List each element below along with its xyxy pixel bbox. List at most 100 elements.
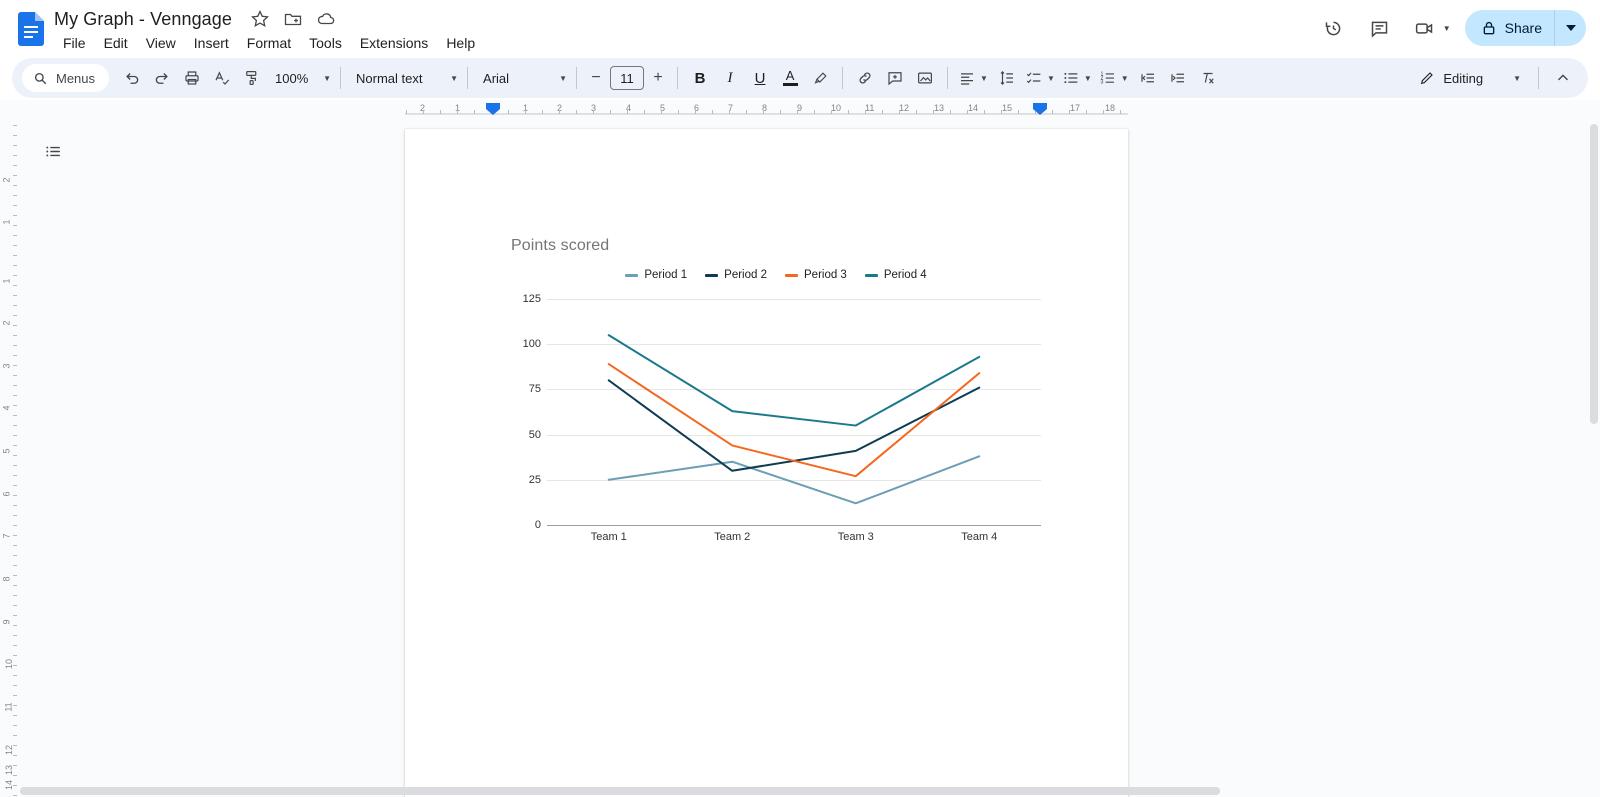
vertical-ruler[interactable]: 2 1 1 2 3 4 5 6 7 8 9 10 11 12 13 14 (0, 120, 20, 797)
zoom-level-select[interactable]: 100% ▼ (267, 64, 333, 92)
clear-formatting-icon[interactable] (1193, 63, 1223, 93)
menu-help[interactable]: Help (437, 32, 484, 54)
ruler-tick (610, 110, 611, 114)
highlight-color-icon[interactable] (805, 63, 835, 93)
insert-image-icon[interactable] (910, 63, 940, 93)
version-history-icon[interactable] (1314, 8, 1354, 48)
ruler-tick (984, 110, 985, 114)
chart-line-period-4[interactable] (607, 334, 981, 427)
ruler-tick (13, 505, 17, 506)
decrease-font-size-button[interactable]: − (584, 66, 608, 90)
menu-insert[interactable]: Insert (185, 32, 238, 54)
toolbar-right-group: Editing ▼ (1409, 63, 1578, 93)
y-axis-tick-label: 75 (528, 383, 541, 396)
bulleted-list-caret-icon[interactable]: ▼ (1084, 74, 1092, 83)
ruler-tick (13, 355, 17, 356)
numbered-list-caret-icon[interactable]: ▼ (1121, 74, 1129, 83)
left-indent-marker-icon[interactable] (485, 102, 501, 116)
document-page[interactable]: Points scored Period 1 Period 2 Period 3 Pe… (405, 129, 1128, 797)
increase-font-size-button[interactable]: + (646, 66, 670, 90)
font-size-input[interactable]: 11 (610, 66, 645, 90)
ruler-number: 2 (1, 320, 12, 326)
ruler-tick (13, 775, 17, 776)
horizontal-ruler[interactable]: 21123456789101112131415161718 (0, 100, 1600, 120)
chart-line-period-1[interactable] (607, 455, 981, 505)
ruler-tick (13, 785, 17, 786)
menu-edit[interactable]: Edit (95, 32, 137, 54)
menu-view[interactable]: View (137, 32, 185, 54)
menus-search-button[interactable]: Menus (22, 64, 110, 92)
paragraph-style-select[interactable]: Normal text ▼ (348, 64, 460, 92)
vertical-scrollbar-thumb[interactable] (1590, 124, 1598, 424)
right-indent-marker-icon[interactable] (1032, 102, 1048, 116)
y-axis-tick-label: 100 (522, 338, 541, 351)
video-call-caret-icon[interactable]: ▼ (1443, 24, 1451, 33)
video-call-icon[interactable]: ▼ (1406, 8, 1453, 48)
hide-menus-button[interactable] (1548, 63, 1578, 93)
share-button[interactable]: Share (1464, 10, 1554, 46)
redo-icon[interactable] (147, 63, 177, 93)
horizontal-scrollbar-thumb[interactable] (20, 787, 1220, 795)
toolbar-divider (467, 67, 469, 89)
checklist-caret-icon[interactable]: ▼ (1047, 74, 1055, 83)
comment-icon[interactable] (1360, 8, 1400, 48)
spelling-check-icon[interactable] (207, 63, 237, 93)
ruler-tick (729, 110, 730, 114)
chart-line-period-2[interactable] (607, 379, 981, 472)
vertical-scrollbar[interactable] (1588, 120, 1600, 797)
share-caret-icon[interactable] (1554, 10, 1586, 46)
line-chart[interactable]: Points scored Period 1 Period 2 Period 3 Pe… (511, 237, 1041, 547)
undo-icon[interactable] (117, 63, 147, 93)
line-spacing-icon[interactable] (992, 63, 1022, 93)
ruler-number: 15 (1002, 103, 1013, 113)
chevron-down-icon: ▼ (1513, 73, 1521, 83)
camera-icon[interactable] (1408, 8, 1442, 48)
underline-button[interactable]: U (745, 63, 775, 93)
numbered-list-icon[interactable]: 1 2 3 (1096, 63, 1120, 93)
ruler-tick (13, 155, 17, 156)
legend-item[interactable]: Period 1 (625, 269, 687, 281)
legend-item[interactable]: Period 4 (864, 269, 927, 281)
menu-file[interactable]: File (54, 32, 95, 54)
ruler-tick (13, 185, 17, 186)
align-caret-icon[interactable]: ▼ (980, 74, 988, 83)
print-icon[interactable] (177, 63, 207, 93)
ruler-tick (13, 565, 17, 566)
decrease-indent-icon[interactable] (1133, 63, 1163, 93)
move-to-folder-icon[interactable] (283, 9, 303, 29)
italic-button[interactable]: I (715, 63, 745, 93)
legend-item[interactable]: Period 3 (785, 269, 847, 281)
ruler-tick (13, 285, 17, 286)
menu-format[interactable]: Format (238, 32, 300, 54)
document-title[interactable]: My Graph - Venngage (54, 6, 232, 32)
cloud-saved-icon[interactable] (316, 9, 336, 29)
align-icon[interactable] (955, 63, 979, 93)
text-color-button[interactable]: A (775, 63, 805, 93)
legend-item[interactable]: Period 2 (705, 269, 767, 281)
ruler-number: 12 (4, 744, 15, 756)
link-icon[interactable] (850, 63, 880, 93)
google-docs-logo[interactable] (18, 12, 44, 46)
pencil-icon (1421, 72, 1434, 85)
ruler-tick (457, 110, 458, 114)
paint-format-icon[interactable] (237, 63, 267, 93)
menu-extensions[interactable]: Extensions (351, 32, 437, 54)
bold-button[interactable]: B (685, 63, 715, 93)
ruler-tick (1018, 110, 1019, 114)
x-axis-line (547, 525, 1041, 526)
horizontal-scrollbar[interactable] (20, 785, 1600, 797)
menu-tools[interactable]: Tools (300, 32, 351, 54)
ruler-tick (1103, 110, 1104, 114)
ruler-tick (712, 110, 713, 114)
add-comment-icon[interactable] (880, 63, 910, 93)
checklist-icon[interactable] (1022, 63, 1046, 93)
star-icon[interactable] (250, 9, 270, 29)
ruler-number: 11 (865, 103, 875, 113)
ruler-tick (13, 535, 17, 536)
editing-mode-button[interactable]: Editing ▼ (1409, 63, 1529, 93)
ruler-tick (13, 235, 17, 236)
font-family-select[interactable]: Arial ▼ (475, 64, 569, 92)
document-outline-icon[interactable] (36, 134, 70, 168)
bulleted-list-icon[interactable] (1059, 63, 1083, 93)
increase-indent-icon[interactable] (1163, 63, 1193, 93)
